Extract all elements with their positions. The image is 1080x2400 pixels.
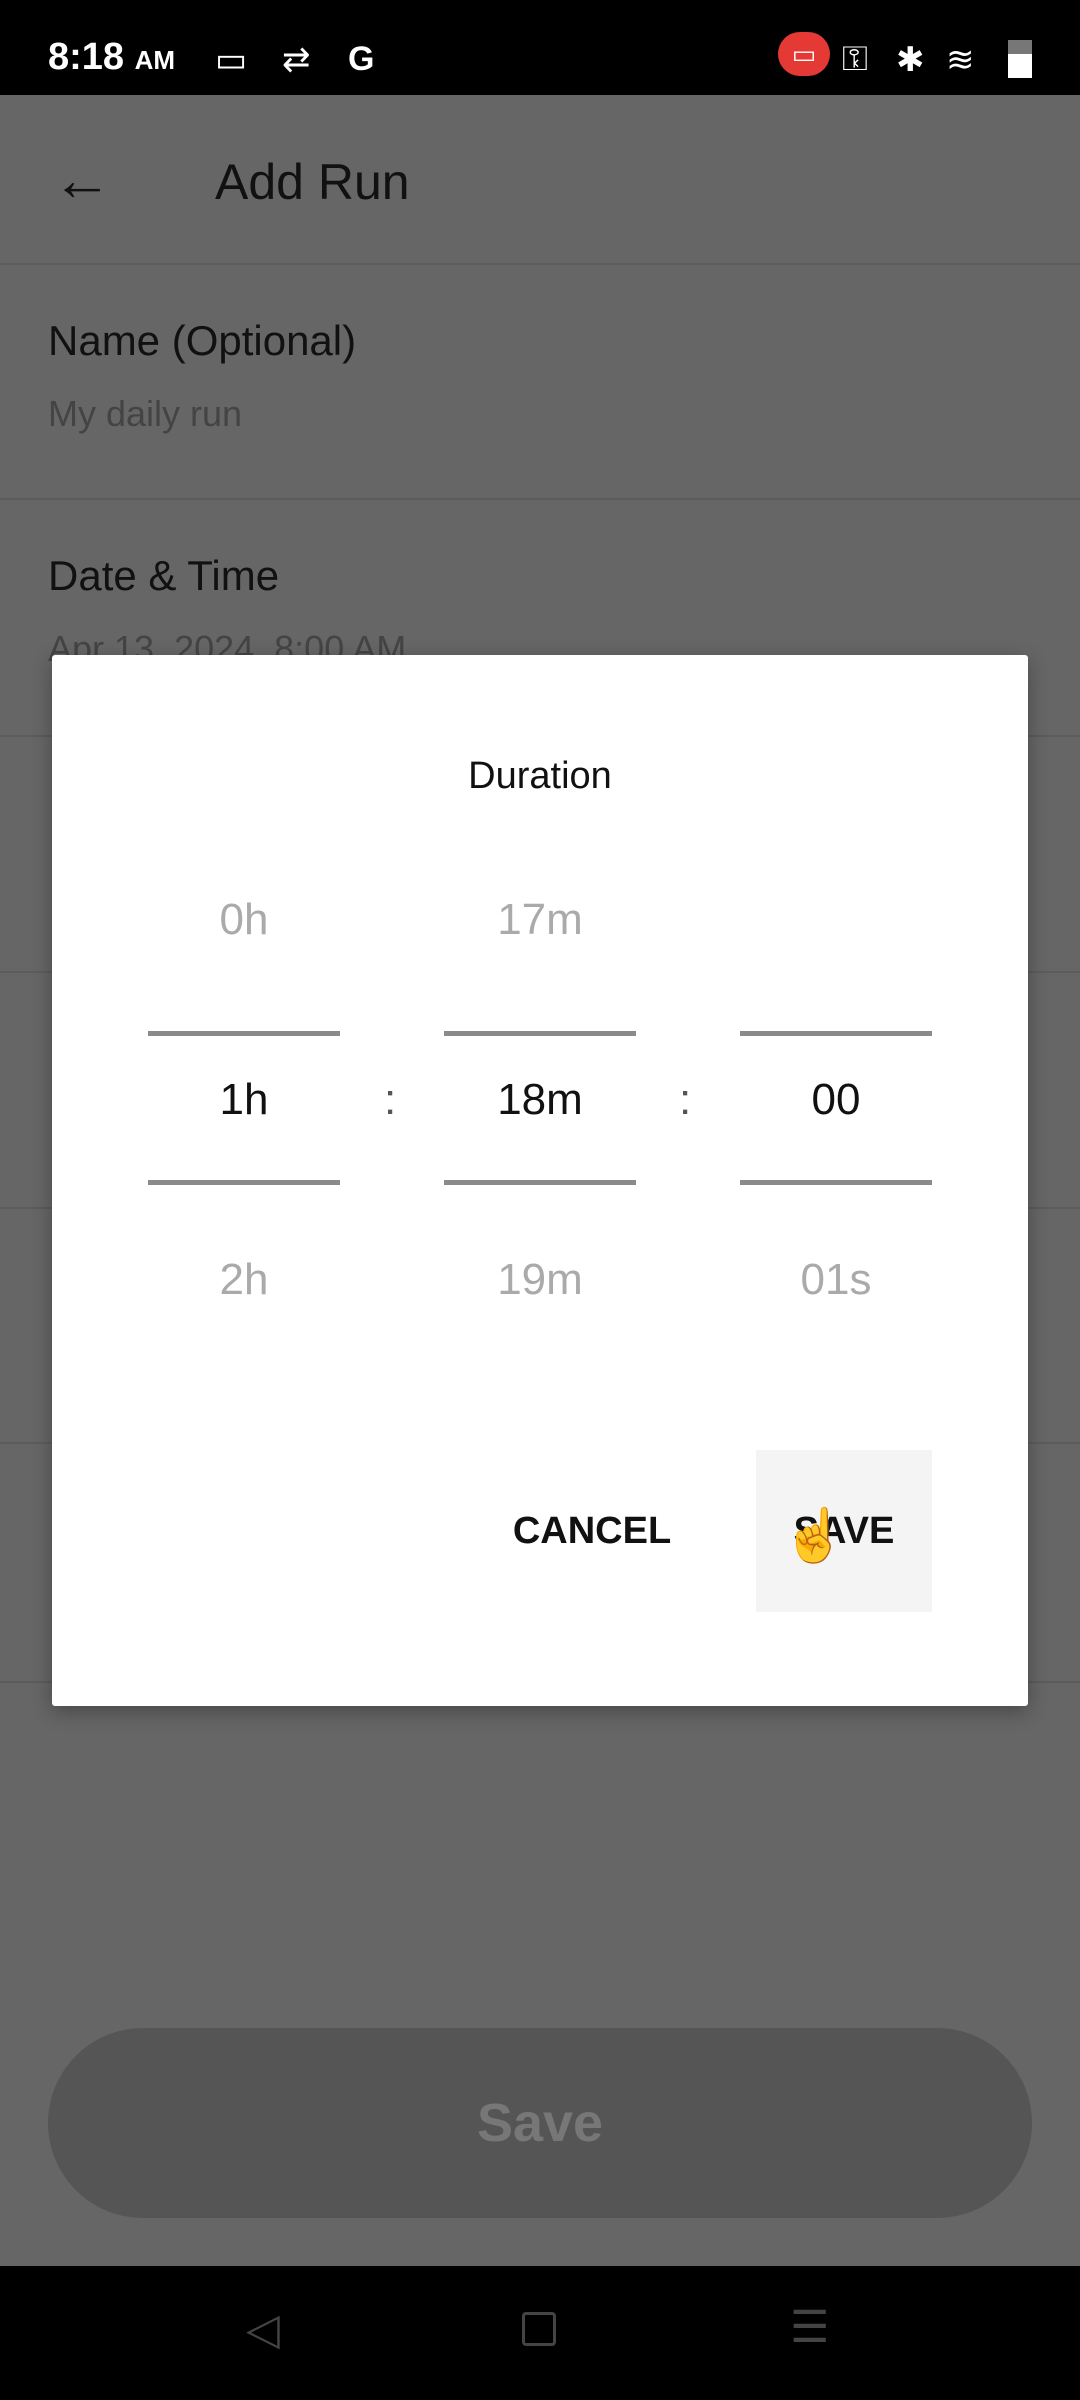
hours-picker[interactable]: 0h 1h 2h [148,895,340,1315]
back-arrow-icon[interactable]: ← [52,145,112,214]
date-label: Date & Time [48,552,280,599]
divider [740,1180,932,1185]
divider [148,1180,340,1185]
screen-record-icon: ▭ [215,41,248,79]
seconds-selected[interactable]: 00 [740,1075,932,1125]
name-label: Name (Optional) [48,317,357,364]
save-run-button[interactable]: Save [48,2028,1032,2218]
divider [444,1180,636,1185]
minutes-next[interactable]: 19m [444,1255,636,1305]
battery-icon [1008,40,1032,78]
home-nav-icon[interactable] [522,2312,556,2346]
separator: : [384,1075,397,1124]
divider [148,1031,340,1036]
wifi-icon: ≋ [946,41,975,79]
app-header: ← Add Run [0,95,1080,265]
divider [740,1031,932,1036]
clock: 8:18 AM [48,36,176,78]
name-input[interactable]: My daily run [48,393,242,435]
google-icon: G [348,40,375,78]
bluetooth-icon: ✱ [896,41,925,79]
sync-icon: ⇄ [282,41,311,79]
vpn-key-icon: ⚿ [842,40,868,78]
status-bar: 8:18 AM ▭ ⇄ G ▭ ⚿ ✱ ≋ [0,0,1080,95]
recording-icon: ▭ [778,32,830,76]
hours-next[interactable]: 2h [148,1255,340,1305]
hours-prev[interactable]: 0h [148,895,340,945]
page-title: Add Run [215,154,410,210]
minutes-selected[interactable]: 18m [444,1075,636,1125]
dialog-title: Duration [468,755,612,797]
name-field[interactable]: Name (Optional) My daily run [0,265,1080,500]
seconds-next[interactable]: 01s [740,1255,932,1305]
minutes-picker[interactable]: 17m 18m 19m [444,895,636,1315]
hours-selected[interactable]: 1h [148,1075,340,1125]
back-nav-icon[interactable]: ◁ [246,2304,280,2355]
minutes-prev[interactable]: 17m [444,895,636,945]
navigation-bar: ◁ ☰ [0,2266,1080,2400]
divider [444,1031,636,1036]
hand-cursor-icon: ☝ [782,1507,847,1565]
menu-nav-icon[interactable]: ☰ [790,2302,829,2353]
seconds-picker[interactable]: 00 01s [740,895,932,1315]
duration-dialog: Duration 0h 1h 2h : 17m 18m 19m : 00 01s… [52,655,1028,1706]
cancel-button[interactable]: CANCEL [472,1450,712,1612]
separator: : [679,1075,692,1124]
